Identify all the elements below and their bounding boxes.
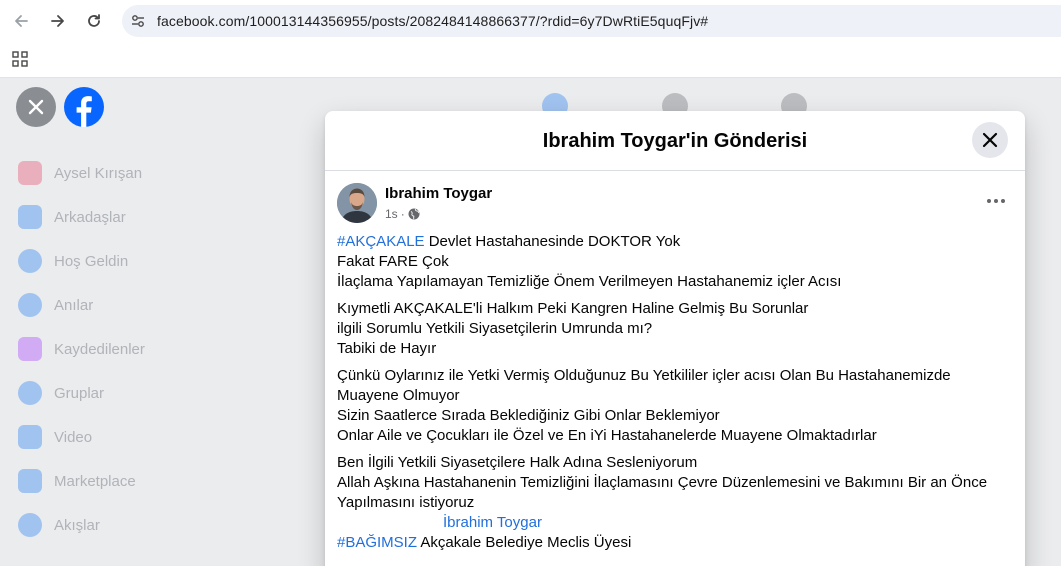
more-horizontal-icon xyxy=(987,199,1005,203)
facebook-logo-icon[interactable] xyxy=(64,87,104,127)
reload-button[interactable] xyxy=(82,9,106,33)
post-line: Fakat FARE Çok xyxy=(337,253,449,270)
sidebar-item-label: Akışlar xyxy=(54,516,100,534)
friends-icon xyxy=(18,205,42,229)
clock-icon xyxy=(18,293,42,317)
post-line: Çünkü Oylarınız ile Yetki Vermiş Olduğun… xyxy=(337,367,951,404)
forward-button[interactable] xyxy=(46,9,70,33)
mention-link[interactable]: İbrahim Toygar xyxy=(443,513,542,533)
post-dialog: Ibrahim Toygar'in Gönderisi Ibrahim Toyg… xyxy=(325,111,1025,566)
post-line: #AKÇAKALE Devlet Hastahanesinde DOKTOR Y… xyxy=(337,232,997,252)
post-time[interactable]: 1s xyxy=(385,207,398,221)
back-button[interactable] xyxy=(9,9,33,33)
sidebar-item-welcome[interactable]: Hoş Geldin xyxy=(16,239,296,283)
close-icon xyxy=(982,132,998,148)
sidebar-item-label: Aysel Kırışan xyxy=(54,164,143,182)
sidebar-item-friends[interactable]: Arkadaşlar xyxy=(16,195,296,239)
post-line: #BAĞIMSIZ Akçakale Belediye Meclis Üyesi xyxy=(337,533,997,553)
sidebar-item-marketplace[interactable]: Marketplace xyxy=(16,459,296,503)
address-bar[interactable]: facebook.com/100013144356955/posts/20824… xyxy=(122,5,1061,37)
post-line: İlaçlama Yapılamayan Temizliğe Önem Veri… xyxy=(337,273,842,290)
video-icon xyxy=(18,425,42,449)
post-line: Ben İlgili Yetkili Siyasetçilere Halk Ad… xyxy=(337,454,698,471)
sidebar-item-label: Hoş Geldin xyxy=(54,252,129,270)
apps-grid-icon[interactable] xyxy=(12,51,28,67)
profile-icon xyxy=(18,161,42,185)
hashtag-link[interactable]: #AKÇAKALE xyxy=(337,233,425,250)
avatar[interactable] xyxy=(337,183,377,223)
shop-icon xyxy=(18,469,42,493)
bookmark-icon xyxy=(18,337,42,361)
post-options-button[interactable] xyxy=(981,193,1011,209)
post-author[interactable]: Ibrahim Toygar xyxy=(385,185,492,202)
globe-icon xyxy=(408,208,420,220)
post-text: Devlet Hastahanesinde DOKTOR Yok xyxy=(424,233,681,250)
browser-toolbar: facebook.com/100013144356955/posts/20824… xyxy=(0,0,1061,42)
meta-separator: · xyxy=(400,207,405,221)
paragraph: Ben İlgili Yetkili Siyasetçilere Halk Ad… xyxy=(337,453,997,553)
sidebar-item-memories[interactable]: Anılar xyxy=(16,283,296,327)
site-settings-icon[interactable] xyxy=(130,13,146,29)
sidebar-item-label: Gruplar xyxy=(54,384,105,402)
post-line: Tabiki de Hayır xyxy=(337,340,437,357)
sidebar-item-label: Arkadaşlar xyxy=(54,208,126,226)
close-icon xyxy=(28,99,44,115)
sidebar-item-label: Marketplace xyxy=(54,472,136,490)
dialog-title: Ibrahim Toygar'in Gönderisi xyxy=(542,130,808,152)
post-body: #AKÇAKALE Devlet Hastahanesinde DOKTOR Y… xyxy=(337,232,997,560)
facebook-icon xyxy=(18,249,42,273)
post-line: İbrahim Toygar xyxy=(337,513,997,533)
sidebar-item-feeds[interactable]: Akışlar xyxy=(16,503,296,547)
post-line: Sizin Saatlerce Sırada Beklediğiniz Gibi… xyxy=(337,407,720,424)
dialog-header: Ibrahim Toygar'in Gönderisi xyxy=(325,111,1025,171)
feeds-icon xyxy=(18,513,42,537)
sidebar-item-video[interactable]: Video xyxy=(16,415,296,459)
post-header: Ibrahim Toygar 1s · xyxy=(325,171,1025,227)
sidebar-item-label: Kaydedilenler xyxy=(54,340,145,358)
paragraph: #AKÇAKALE Devlet Hastahanesinde DOKTOR Y… xyxy=(337,232,997,292)
left-sidebar: Aysel Kırışan Arkadaşlar Hoş Geldin Anıl… xyxy=(16,151,296,547)
profile-photo-icon xyxy=(337,183,377,223)
sidebar-item-profile[interactable]: Aysel Kırışan xyxy=(16,151,296,195)
sidebar-item-groups[interactable]: Gruplar xyxy=(16,371,296,415)
close-viewer-button[interactable] xyxy=(16,87,56,127)
sidebar-item-saved[interactable]: Kaydedilenler xyxy=(16,327,296,371)
post-line: Allah Aşkına Hastahanenin Temizliğini İl… xyxy=(337,474,988,511)
post-line: Onlar Aile ve Çocukları ile Özel ve En i… xyxy=(337,427,877,444)
groups-icon xyxy=(18,381,42,405)
post-meta: 1s · xyxy=(385,207,420,221)
sidebar-item-label: Video xyxy=(54,428,93,446)
sidebar-item-label: Anılar xyxy=(54,296,94,314)
dialog-close-button[interactable] xyxy=(972,122,1008,158)
bookmarks-bar xyxy=(0,42,1061,78)
arrow-right-icon xyxy=(51,15,64,27)
reload-icon xyxy=(88,14,100,27)
arrow-left-icon xyxy=(15,15,28,27)
post-line: ilgili Sorumlu Yetkili Siyasetçilerin Um… xyxy=(337,320,653,337)
paragraph: Kıymetli AKÇAKALE'li Halkım Peki Kangren… xyxy=(337,299,997,359)
url-text[interactable]: facebook.com/100013144356955/posts/20824… xyxy=(157,13,708,29)
post-text: Akçakale Belediye Meclis Üyesi xyxy=(417,534,632,551)
hashtag-link[interactable]: #BAĞIMSIZ xyxy=(337,534,417,551)
post-line: Kıymetli AKÇAKALE'li Halkım Peki Kangren… xyxy=(337,300,809,317)
paragraph: Çünkü Oylarınız ile Yetki Vermiş Olduğun… xyxy=(337,366,997,446)
